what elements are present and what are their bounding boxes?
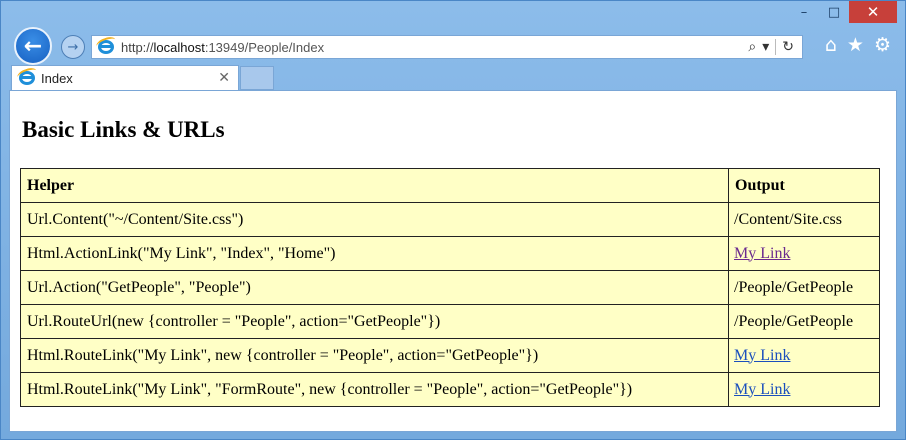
table-row: Url.Action("GetPeople", "People")/People… xyxy=(20,270,880,305)
table-row: Url.Content("~/Content/Site.css")/Conten… xyxy=(20,202,880,237)
helper-cell: Url.Content("~/Content/Site.css") xyxy=(20,202,729,237)
helper-cell: Html.RouteLink("My Link", "FormRoute", n… xyxy=(20,372,729,407)
tab-index[interactable]: Index ✕ xyxy=(11,65,239,90)
minimize-button[interactable]: – xyxy=(789,1,819,23)
window-caption-buttons: – □ ✕ xyxy=(789,1,897,25)
forward-button[interactable]: → xyxy=(61,35,85,59)
output-cell: /People/GetPeople xyxy=(728,304,880,339)
address-tools: ⌕ ▾ ↻ xyxy=(748,39,802,55)
output-cell: /Content/Site.css xyxy=(728,202,880,237)
table-body: Url.Content("~/Content/Site.css")/Conten… xyxy=(20,202,880,407)
my-link[interactable]: My Link xyxy=(734,381,790,398)
table-row: Html.RouteLink("My Link", new {controlle… xyxy=(20,338,880,373)
gear-icon[interactable]: ⚙ xyxy=(874,34,891,56)
table-row: Html.ActionLink("My Link", "Index", "Hom… xyxy=(20,236,880,271)
tab-label: Index xyxy=(41,70,73,86)
chevron-down-icon[interactable]: ▾ xyxy=(762,39,769,55)
table-row: Html.RouteLink("My Link", "FormRoute", n… xyxy=(20,372,880,407)
column-header-output: Output xyxy=(728,168,880,203)
output-cell: /People/GetPeople xyxy=(728,270,880,305)
helper-cell: Html.ActionLink("My Link", "Index", "Hom… xyxy=(20,236,729,271)
close-window-button[interactable]: ✕ xyxy=(849,1,897,23)
back-button[interactable]: ← xyxy=(14,27,52,65)
url-prefix: http:// xyxy=(121,39,154,55)
maximize-button[interactable]: □ xyxy=(819,1,849,23)
url-path: :13949/People/Index xyxy=(204,39,325,55)
helpers-table: Helper Output Url.Content("~/Content/Sit… xyxy=(20,168,880,407)
url-host: localhost xyxy=(153,39,205,55)
close-tab-icon[interactable]: ✕ xyxy=(218,70,230,86)
column-header-helper: Helper xyxy=(20,168,729,203)
forward-arrow-icon: → xyxy=(67,39,79,55)
helper-cell: Url.RouteUrl(new {controller = "People",… xyxy=(20,304,729,339)
browser-window: – □ ✕ ← → http://localhost:13949/People/… xyxy=(0,0,906,440)
my-link[interactable]: My Link xyxy=(734,347,790,364)
my-link[interactable]: My Link xyxy=(734,245,790,262)
ie-page-icon xyxy=(94,34,118,56)
table-row: Url.RouteUrl(new {controller = "People",… xyxy=(20,304,880,339)
back-arrow-icon: ← xyxy=(23,33,43,59)
helper-cell: Html.RouteLink("My Link", new {controlle… xyxy=(20,338,729,373)
address-separator xyxy=(775,39,777,55)
browser-toolbar-icons: ⌂ ★ ⚙ xyxy=(825,34,891,56)
address-bar[interactable]: http://localhost:13949/People/Index ⌕ ▾ … xyxy=(91,34,803,59)
table-header-row: Helper Output xyxy=(20,168,880,203)
output-cell: My Link xyxy=(728,338,880,373)
page-content: Basic Links & URLs Helper Output Url.Con… xyxy=(9,90,897,432)
output-cell: My Link xyxy=(728,236,880,271)
new-tab-button[interactable] xyxy=(240,66,274,90)
favorites-star-icon[interactable]: ★ xyxy=(847,34,864,56)
helper-cell: Url.Action("GetPeople", "People") xyxy=(20,270,729,305)
output-cell: My Link xyxy=(728,372,880,407)
page-title: Basic Links & URLs xyxy=(22,117,225,142)
ie-tab-icon xyxy=(15,65,39,87)
home-icon[interactable]: ⌂ xyxy=(825,34,837,56)
search-icon[interactable]: ⌕ xyxy=(748,39,756,55)
refresh-icon[interactable]: ↻ xyxy=(782,39,794,55)
